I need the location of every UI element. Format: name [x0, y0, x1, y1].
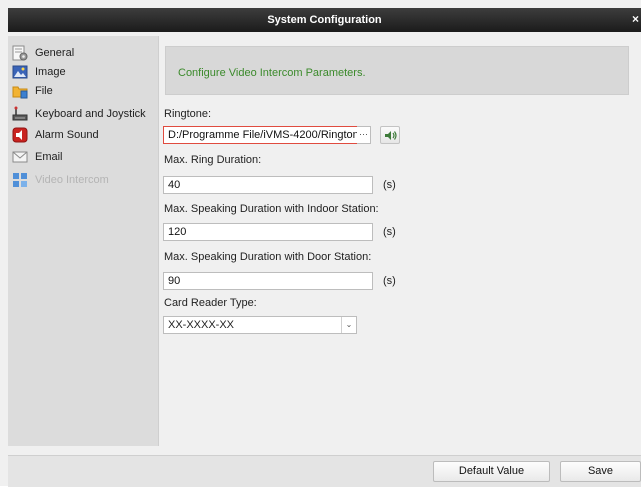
sidebar-item-alarm-sound[interactable]: Alarm Sound [12, 126, 156, 144]
system-configuration-dialog: System Configuration × General Image Fil… [0, 0, 641, 487]
window-title: System Configuration [267, 14, 382, 26]
max-speaking-indoor-input[interactable]: 120 [163, 223, 373, 241]
video-intercom-icon [13, 173, 27, 187]
email-icon [12, 151, 28, 163]
title-bar[interactable]: System Configuration × [8, 8, 641, 32]
image-icon [12, 65, 28, 79]
default-value-button[interactable]: Default Value [433, 461, 550, 482]
close-icon[interactable]: × [632, 13, 639, 25]
max-speaking-indoor-label: Max. Speaking Duration with Indoor Stati… [164, 203, 379, 215]
keyboard-icon [12, 106, 28, 121]
max-ring-duration-unit: (s) [383, 179, 396, 191]
max-ring-duration-input[interactable]: 40 [163, 176, 373, 194]
footer-bar: Default Value Save [8, 455, 641, 487]
max-speaking-door-unit: (s) [383, 275, 396, 287]
sidebar-item-keyboard-and-joystick[interactable]: Keyboard and Joystick [12, 105, 156, 123]
alarm-speaker-icon [12, 127, 28, 143]
sidebar-item-label: File [35, 85, 53, 97]
save-button[interactable]: Save [560, 461, 641, 482]
video-intercom-panel: Configure Video Intercom Parameters. Rin… [159, 36, 641, 446]
info-banner: Configure Video Intercom Parameters. [165, 46, 629, 95]
ringtone-path-input[interactable]: D:/Programme File/iVMS-4200/Ringtone ... [163, 126, 361, 144]
play-ringtone-button[interactable] [380, 126, 400, 144]
card-reader-type-value: XX-XXXX-XX [168, 319, 235, 331]
sidebar: General Image File Keyboard and Joystick… [8, 36, 159, 446]
general-settings-icon [12, 45, 28, 61]
sidebar-item-label: Keyboard and Joystick [35, 108, 146, 120]
sidebar-item-video-intercom[interactable]: Video Intercom [12, 171, 156, 189]
sidebar-item-email[interactable]: Email [12, 148, 156, 166]
sidebar-item-label: General [35, 47, 75, 59]
sidebar-item-label: Image [35, 66, 66, 78]
max-speaking-door-label: Max. Speaking Duration with Door Station… [164, 251, 372, 263]
max-speaking-indoor-unit: (s) [383, 226, 396, 238]
sidebar-item-file[interactable]: File [12, 82, 156, 100]
chevron-down-icon[interactable]: ⌄ [341, 317, 356, 333]
card-reader-type-select[interactable]: XX-XXXX-XX ⌄ [163, 316, 357, 334]
sidebar-item-general[interactable]: General [12, 44, 156, 62]
ringtone-label: Ringtone: [164, 108, 212, 120]
sidebar-item-image[interactable]: Image [12, 63, 156, 81]
sidebar-item-label: Video Intercom [35, 174, 109, 186]
folder-icon [12, 86, 28, 99]
banner-text: Configure Video Intercom Parameters. [178, 67, 366, 79]
sidebar-item-label: Alarm Sound [35, 129, 99, 141]
card-reader-type-label: Card Reader Type: [164, 297, 257, 309]
max-speaking-door-input[interactable]: 90 [163, 272, 373, 290]
max-ring-duration-label: Max. Ring Duration: [164, 154, 262, 166]
speaker-play-icon [385, 131, 397, 140]
browse-ringtone-button[interactable]: ··· [357, 126, 371, 144]
sidebar-item-label: Email [35, 151, 63, 163]
